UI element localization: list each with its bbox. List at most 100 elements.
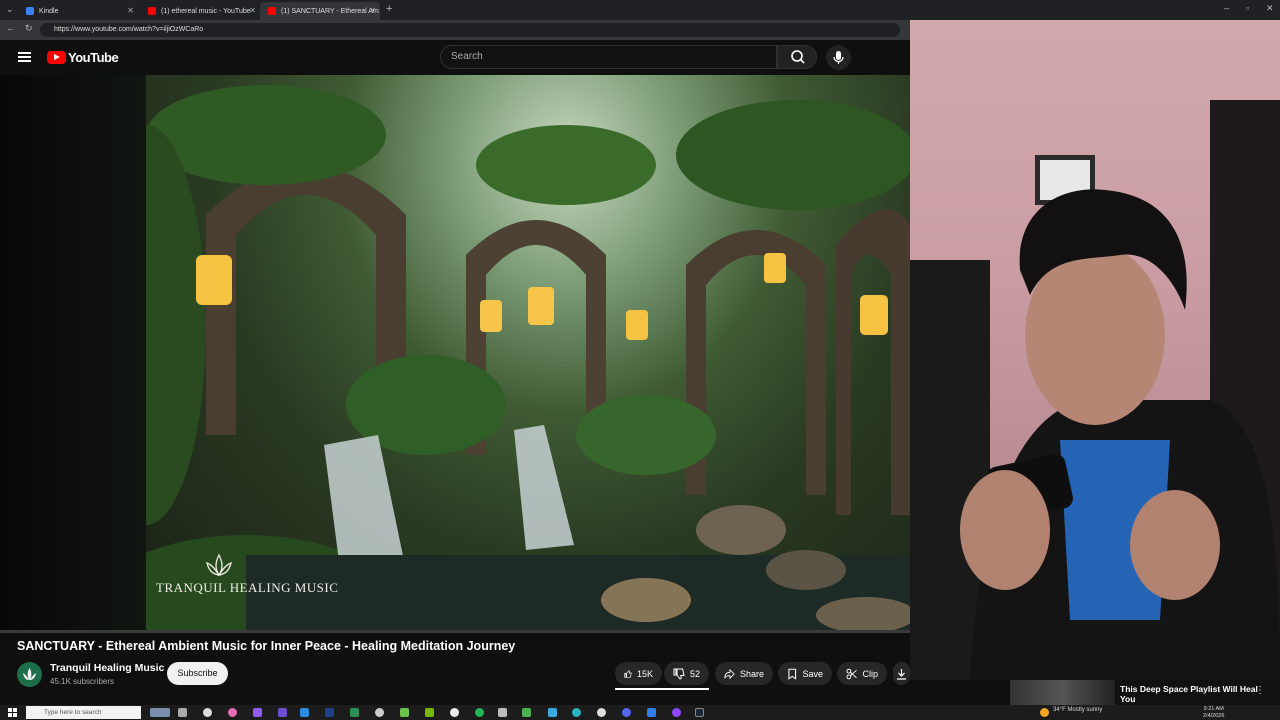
like-button[interactable]: 15K [615, 662, 662, 685]
tab-title: Kindle [39, 7, 59, 15]
youtube-header: YouTube Search [0, 40, 910, 75]
pinned-app-icon[interactable] [622, 708, 631, 717]
thumbs-up-icon [624, 669, 632, 678]
weather-status[interactable]: 34°F Mostly sunny [1053, 707, 1102, 713]
new-tab-button[interactable]: + [386, 3, 392, 15]
windows-taskbar: Type here to search 34°F Mostly sunny 9:… [0, 705, 1280, 720]
pinned-app-icon[interactable] [450, 708, 459, 717]
clock-time: 9:21 AM [1203, 706, 1224, 712]
pinned-app-icon[interactable] [597, 708, 606, 717]
kindle-favicon-icon [26, 7, 34, 15]
dislike-count: 52 [689, 668, 700, 679]
pinned-app-icon[interactable] [278, 708, 287, 717]
tab-title: (1) ethereal music - YouTube [161, 7, 251, 15]
download-button[interactable] [893, 662, 910, 685]
youtube-favicon-icon [268, 7, 276, 15]
subscriber-count: 45.1K subscribers [50, 677, 115, 686]
tab-youtube-search[interactable]: (1) ethereal music - YouTube ✕ [140, 2, 260, 20]
pinned-app-icon[interactable] [253, 708, 262, 717]
pinned-app-icon[interactable] [572, 708, 581, 717]
pinned-app-icon[interactable] [400, 708, 409, 717]
browser-tab-bar: ⌄ Kindle ✕ (1) ethereal music - YouTube … [0, 0, 1280, 20]
logo-text: YouTube [68, 50, 119, 65]
pinned-app-icon[interactable] [475, 708, 484, 717]
share-button[interactable]: Share [715, 662, 773, 685]
webcam-overlay [910, 20, 1280, 680]
recommended-thumbnail [1010, 680, 1115, 705]
maximize-window-icon[interactable]: ▫ [1246, 3, 1249, 13]
close-tab-icon[interactable]: ✕ [249, 6, 256, 15]
pinned-app-icon[interactable] [425, 708, 434, 717]
reload-icon[interactable]: ↻ [25, 23, 33, 34]
close-tab-icon[interactable]: ✕ [369, 6, 376, 15]
clip-button[interactable]: Clip [837, 662, 887, 685]
pinned-app-icon[interactable] [203, 708, 212, 717]
search-button[interactable] [777, 45, 817, 69]
youtube-logo[interactable]: YouTube [47, 50, 119, 65]
steam-icon[interactable] [695, 708, 704, 717]
microphone-icon [833, 51, 844, 64]
minimize-window-icon[interactable]: – [1224, 3, 1229, 13]
system-clock[interactable]: 9:21 AM 2/4/2026 [1203, 706, 1224, 719]
search-icon [791, 50, 805, 64]
clock-date: 2/4/2026 [1203, 712, 1225, 719]
menu-icon[interactable] [18, 52, 31, 62]
widgets-icon[interactable] [150, 708, 170, 717]
thumbs-down-icon [673, 668, 685, 679]
tab-youtube-video[interactable]: (1) SANCTUARY - Ethereal Am ✕ [260, 2, 380, 20]
close-window-icon[interactable]: ✕ [1266, 3, 1274, 14]
pinned-app-icon[interactable] [522, 708, 531, 717]
download-icon [897, 668, 906, 680]
recommended-title: This Deep Space Playlist Will Heal You [1120, 684, 1258, 704]
pinned-app-icon[interactable] [350, 708, 359, 717]
save-button[interactable]: Save [778, 662, 832, 685]
tab-list-icon[interactable]: ⌄ [6, 4, 14, 15]
channel-avatar[interactable] [17, 662, 42, 687]
close-tab-icon[interactable]: ✕ [127, 6, 134, 15]
pinned-app-icon[interactable] [325, 708, 334, 717]
video-player[interactable]: TRANQUIL HEALING MUSIC [0, 75, 910, 630]
task-view-icon[interactable] [178, 708, 187, 717]
windows-start-icon[interactable] [8, 708, 17, 717]
pinned-app-icon[interactable] [300, 708, 309, 717]
recommended-video-card[interactable]: This Deep Space Playlist Will Heal You ⋮ [1010, 680, 1280, 705]
weather-sun-icon [1040, 708, 1049, 717]
pinned-app-icon[interactable] [498, 708, 507, 717]
share-label: Share [739, 668, 764, 679]
pinned-app-icon[interactable] [672, 708, 681, 717]
channel-name[interactable]: Tranquil Healing Music [50, 662, 164, 674]
youtube-favicon-icon [148, 7, 156, 15]
subscribe-button[interactable]: Subscribe [167, 662, 228, 685]
webcam-person-image [910, 100, 1280, 680]
pinned-app-icon[interactable] [548, 708, 557, 717]
like-count: 15K [636, 668, 653, 679]
video-frame[interactable]: TRANQUIL HEALING MUSIC [146, 75, 910, 630]
url-input[interactable]: https://www.youtube.com/watch?v=iljiOzWC… [40, 23, 900, 37]
scissors-icon [846, 668, 857, 679]
tab-title: (1) SANCTUARY - Ethereal Am [281, 7, 379, 15]
taskbar-search-input[interactable]: Type here to search [26, 706, 141, 719]
youtube-play-icon [47, 51, 66, 64]
search-input[interactable]: Search [440, 45, 777, 69]
video-title: SANCTUARY - Ethereal Ambient Music for I… [17, 639, 516, 653]
back-icon[interactable]: ← [6, 23, 15, 33]
video-progress-bar[interactable] [0, 630, 910, 633]
like-ratio-bar [615, 688, 709, 690]
save-label: Save [802, 668, 823, 679]
video-scene-image [146, 85, 910, 630]
clip-label: Clip [862, 668, 878, 679]
video-letterbox [0, 75, 146, 630]
pinned-app-icon[interactable] [375, 708, 384, 717]
share-arrow-icon [724, 668, 735, 679]
pinned-app-icon[interactable] [228, 708, 237, 717]
address-bar-row: ← ↻ https://www.youtube.com/watch?v=ilji… [0, 20, 910, 40]
more-options-icon[interactable]: ⋮ [1255, 685, 1265, 696]
lotus-avatar-icon [23, 668, 36, 680]
tab-kindle[interactable]: Kindle ✕ [18, 2, 138, 20]
lotus-logo-icon [206, 553, 232, 577]
voice-search-button[interactable] [826, 45, 851, 70]
dislike-button[interactable]: 52 [664, 662, 709, 685]
bookmark-icon [788, 668, 797, 680]
channel-watermark: TRANQUIL HEALING MUSIC [156, 580, 339, 595]
pinned-app-icon[interactable] [647, 708, 656, 717]
